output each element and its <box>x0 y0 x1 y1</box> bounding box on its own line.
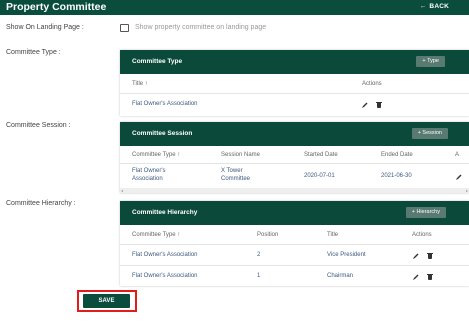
committee-type-card: Committee Type + Type Title ↑ Actions Fl… <box>120 50 469 116</box>
committee-hierarchy-label: Committee Hierarchy : <box>6 200 76 207</box>
hierarchy-type-cell: Flat Owner's Association <box>132 273 198 279</box>
landing-page-checkbox-text: Show property committee on landing page <box>135 24 267 31</box>
add-session-button[interactable]: + Session <box>411 128 448 139</box>
page-title: Property Committee <box>6 1 107 13</box>
column-header-title: Title <box>327 232 339 238</box>
column-header-started-date: Started Date <box>304 152 338 158</box>
back-label: BACK <box>429 3 449 10</box>
column-header-actions: Actions <box>412 232 432 238</box>
landing-page-checkbox[interactable] <box>120 24 129 32</box>
delete-trash-icon[interactable] <box>376 102 382 108</box>
delete-trash-icon[interactable] <box>427 274 433 280</box>
table-row: Flat Owner's Association 2 Vice Presiden… <box>120 245 469 266</box>
committee-session-label: Committee Session : <box>6 122 71 129</box>
delete-trash-icon[interactable] <box>427 253 433 259</box>
committee-hierarchy-card-header: Committee Hierarchy + Hierarchy <box>120 201 469 225</box>
edit-pencil-icon[interactable] <box>456 174 462 180</box>
hierarchy-title-cell: Vice President <box>327 252 366 258</box>
hierarchy-position-cell: 2 <box>257 252 261 258</box>
session-name-line2: Committee <box>221 176 251 182</box>
committee-type-card-header: Committee Type + Type <box>120 50 469 74</box>
table-header-row: Title ↑ Actions <box>120 74 469 94</box>
committee-hierarchy-card: Committee Hierarchy + Hierarchy Committe… <box>120 201 469 286</box>
edit-pencil-icon[interactable] <box>362 102 368 108</box>
column-header-committee-type[interactable]: Committee Type ↑ <box>132 152 180 158</box>
table-row: Flat Owner's Association <box>120 94 469 116</box>
committee-session-card-header: Committee Session + Session <box>120 122 469 146</box>
save-button[interactable]: SAVE <box>83 294 130 308</box>
table-header-row: Committee Type ↑ Position Title Actions <box>120 225 469 245</box>
committee-type-card-title: Committee Type <box>132 58 183 65</box>
committee-type-label: Committee Type : <box>6 49 61 56</box>
column-header-title[interactable]: Title ↑ <box>132 81 148 87</box>
scroll-left-arrow-icon[interactable]: ◂ <box>121 188 123 193</box>
column-header-actions: A <box>455 152 460 158</box>
committee-session-card-title: Committee Session <box>132 130 193 137</box>
session-type-line2: Association <box>132 176 163 182</box>
add-hierarchy-button[interactable]: + Hierarchy <box>405 207 446 218</box>
table-row: Flat Owner's Association X Tower Committ… <box>120 164 469 188</box>
column-header-actions: Actions <box>362 81 382 87</box>
hierarchy-position-cell: 1 <box>257 273 261 279</box>
column-header-position: Position <box>257 232 279 238</box>
horizontal-scrollbar[interactable]: ◂ ▸ <box>120 188 469 193</box>
top-bar: Property Committee ← BACK <box>0 0 469 15</box>
hierarchy-title-cell: Chairman <box>327 273 354 279</box>
committee-session-card: Committee Session + Session Committee Ty… <box>120 122 469 193</box>
column-header-ended-date: Ended Date <box>381 152 413 158</box>
session-end-date: 2021-06-30 <box>381 173 412 179</box>
column-header-session-name: Session Name <box>221 152 261 158</box>
landing-page-label: Show On Landing Page : <box>6 24 84 31</box>
scroll-right-arrow-icon[interactable]: ▸ <box>466 188 468 193</box>
edit-pencil-icon[interactable] <box>413 253 419 259</box>
back-arrow-icon: ← <box>419 3 427 10</box>
column-header-committee-type[interactable]: Committee Type ↑ <box>132 232 180 238</box>
committee-hierarchy-card-title: Committee Hierarchy <box>132 209 198 216</box>
session-start-date: 2020-07-01 <box>304 173 335 179</box>
table-row: Flat Owner's Association 1 Chairman <box>120 266 469 286</box>
back-button[interactable]: ← BACK <box>420 3 449 10</box>
session-name-line1: X Tower <box>221 168 243 174</box>
hierarchy-type-cell: Flat Owner's Association <box>132 252 198 258</box>
table-header-row: Committee Type ↑ Session Name Started Da… <box>120 146 469 164</box>
type-title-cell: Flat Owner's Association <box>132 101 198 107</box>
session-type-line1: Flat Owner's <box>132 168 166 174</box>
edit-pencil-icon[interactable] <box>413 274 419 280</box>
add-type-button[interactable]: + Type <box>416 56 445 67</box>
